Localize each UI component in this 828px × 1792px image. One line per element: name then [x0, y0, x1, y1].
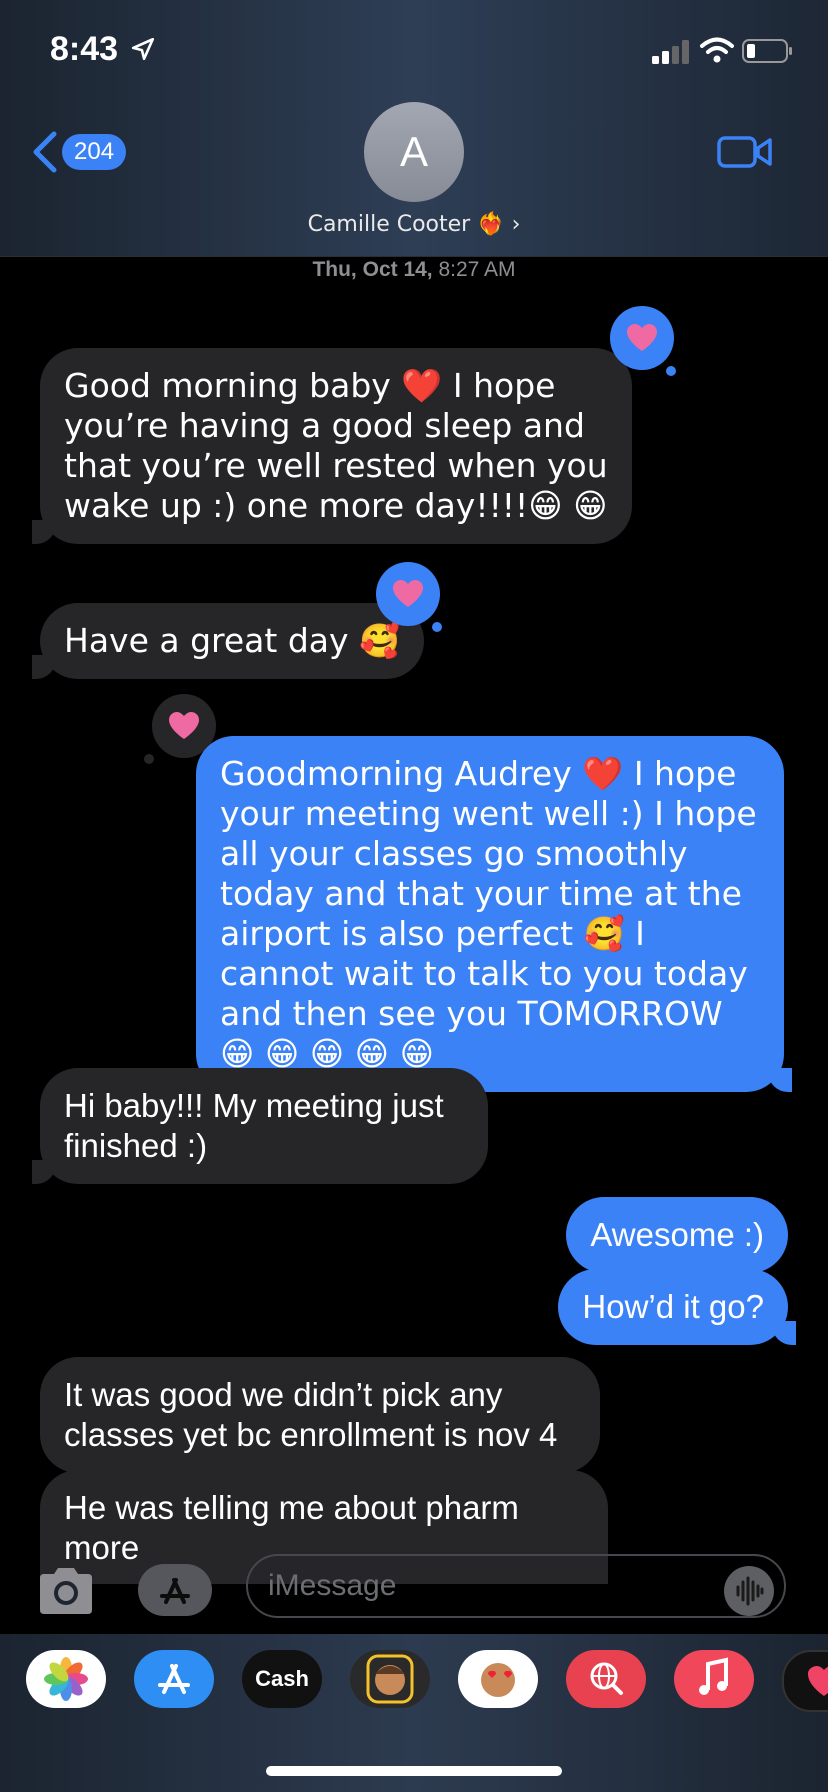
- tapback-reaction[interactable]: [610, 306, 676, 376]
- app-store-icon: [158, 1664, 190, 1694]
- status-time: 8:43: [50, 30, 119, 68]
- digital-touch-app[interactable]: [782, 1650, 828, 1712]
- app-store-app[interactable]: [134, 1650, 214, 1708]
- heart-icon: [627, 324, 657, 351]
- message-bubble-outgoing[interactable]: How’d it go?: [558, 1269, 796, 1345]
- memoji-icon: [366, 1654, 414, 1704]
- photos-icon: [44, 1657, 88, 1701]
- animoji-app[interactable]: [458, 1650, 538, 1708]
- waveform-icon: [736, 1576, 764, 1606]
- app-store-button[interactable]: [138, 1564, 212, 1616]
- music-note-icon: [699, 1657, 728, 1695]
- back-button[interactable]: 204: [30, 128, 170, 178]
- message-bubble-outgoing[interactable]: Awesome :): [566, 1197, 788, 1273]
- animoji-icon: [481, 1663, 515, 1697]
- heart-icon: [169, 712, 199, 739]
- wifi-icon: [700, 37, 734, 63]
- cellular-signal-icon: [652, 40, 689, 64]
- photos-app[interactable]: [26, 1650, 106, 1708]
- heart-hand-icon: [808, 1666, 828, 1696]
- message-bubble-outgoing[interactable]: Goodmorning Audrey ❤️ I hope your meetin…: [196, 736, 792, 1092]
- search-globe-icon: [590, 1662, 623, 1695]
- timestamp-time: 8:27 AM: [438, 258, 516, 281]
- timestamp-day: Thu, Oct 14,: [312, 258, 433, 281]
- message-bubble-incoming[interactable]: It was good we didn’t pick any classes y…: [40, 1357, 600, 1473]
- composer-bar: [0, 1548, 828, 1634]
- camera-icon[interactable]: [36, 1566, 96, 1616]
- contact-name[interactable]: Camille Cooter ❤️‍🔥 ›: [0, 212, 828, 237]
- contact-avatar[interactable]: A: [364, 102, 464, 202]
- heart-icon: [393, 580, 423, 607]
- message-input[interactable]: [246, 1554, 786, 1618]
- memoji-stickers-app[interactable]: [350, 1650, 430, 1708]
- message-timestamp: Thu, Oct 14, 8:27 AM: [0, 258, 828, 282]
- battery-icon: [742, 39, 792, 63]
- apple-cash-app[interactable]: Cash: [242, 1650, 322, 1708]
- chevron-left-icon: [33, 131, 57, 173]
- conversation-header: 8:43 204 A Camille Cooter ❤️‍🔥 ›: [0, 0, 828, 257]
- images-search-app[interactable]: [566, 1650, 646, 1708]
- video-call-icon[interactable]: [716, 132, 774, 172]
- music-app[interactable]: [674, 1650, 754, 1708]
- location-arrow-icon: [131, 37, 155, 61]
- message-bubble-incoming[interactable]: Good morning baby ❤️ I hope you’re havin…: [32, 348, 632, 544]
- unread-count-badge: 204: [62, 134, 127, 170]
- audio-message-button[interactable]: [724, 1566, 774, 1616]
- apple-cash-label: Cash: [255, 1666, 309, 1691]
- app-store-icon: [160, 1578, 190, 1604]
- message-bubble-incoming[interactable]: Hi baby!!! My meeting just finished :): [32, 1068, 488, 1184]
- home-indicator[interactable]: [266, 1766, 562, 1776]
- message-bubble-incoming[interactable]: Have a great day 🥰: [31, 603, 425, 679]
- tapback-reaction[interactable]: [376, 562, 442, 632]
